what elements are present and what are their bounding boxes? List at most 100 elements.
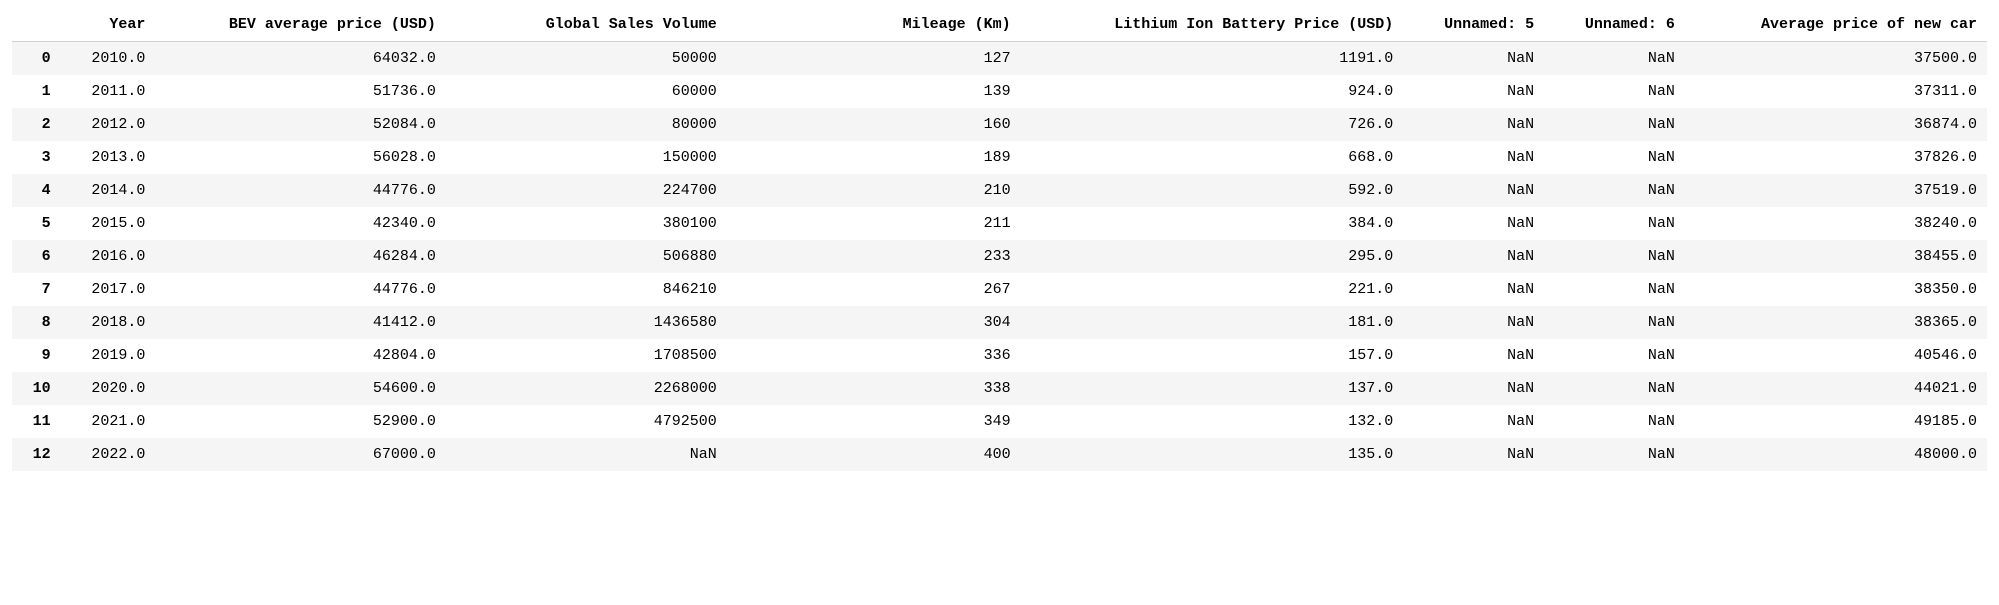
cell: 181.0 [1021,306,1404,339]
cell: NaN [1403,207,1544,240]
cell: 2010.0 [61,42,156,76]
cell: 36874.0 [1685,108,1987,141]
cell: 50000 [446,42,857,76]
cell: 37519.0 [1685,174,1987,207]
cell: NaN [1403,306,1544,339]
cell: 132.0 [1021,405,1404,438]
cell: 1436580 [446,306,857,339]
cell: 49185.0 [1685,405,1987,438]
cell-index: 9 [12,339,61,372]
table-row: 8 2018.0 41412.0 1436580 304 181.0 NaN N… [12,306,1987,339]
cell: 506880 [446,240,857,273]
cell: 46284.0 [155,240,446,273]
cell: 40546.0 [1685,339,1987,372]
cell: 44776.0 [155,174,446,207]
table-row: 2 2012.0 52084.0 80000 160 726.0 NaN NaN… [12,108,1987,141]
cell: NaN [1403,273,1544,306]
cell: 64032.0 [155,42,446,76]
cell: 48000.0 [1685,438,1987,471]
cell: 304 [857,306,1021,339]
cell-index: 2 [12,108,61,141]
cell: 924.0 [1021,75,1404,108]
cell: 135.0 [1021,438,1404,471]
cell: NaN [1544,108,1685,141]
cell: 38350.0 [1685,273,1987,306]
cell: 224700 [446,174,857,207]
cell: 137.0 [1021,372,1404,405]
cell: 2012.0 [61,108,156,141]
cell: 139 [857,75,1021,108]
cell: 52084.0 [155,108,446,141]
cell: 157.0 [1021,339,1404,372]
cell: 592.0 [1021,174,1404,207]
cell: 2020.0 [61,372,156,405]
cell-index: 11 [12,405,61,438]
cell: NaN [1403,240,1544,273]
table-row: 10 2020.0 54600.0 2268000 338 137.0 NaN … [12,372,1987,405]
cell: 267 [857,273,1021,306]
cell: 2011.0 [61,75,156,108]
table-row: 5 2015.0 42340.0 380100 211 384.0 NaN Na… [12,207,1987,240]
table-row: 0 2010.0 64032.0 50000 127 1191.0 NaN Na… [12,42,1987,76]
cell: 2018.0 [61,306,156,339]
table-row: 11 2021.0 52900.0 4792500 349 132.0 NaN … [12,405,1987,438]
col-unnamed-5: Unnamed: 5 [1403,8,1544,42]
cell: NaN [1403,141,1544,174]
cell-index: 8 [12,306,61,339]
cell: NaN [1544,240,1685,273]
cell: NaN [1544,207,1685,240]
table-row: 3 2013.0 56028.0 150000 189 668.0 NaN Na… [12,141,1987,174]
table-row: 6 2016.0 46284.0 506880 233 295.0 NaN Na… [12,240,1987,273]
col-year: Year [61,8,156,42]
cell: 295.0 [1021,240,1404,273]
cell: 42804.0 [155,339,446,372]
table-header: Year BEV average price (USD) Global Sale… [12,8,1987,42]
cell: 221.0 [1021,273,1404,306]
cell: 38455.0 [1685,240,1987,273]
cell-index: 12 [12,438,61,471]
cell: NaN [1544,306,1685,339]
cell-index: 0 [12,42,61,76]
cell: 2014.0 [61,174,156,207]
cell: 846210 [446,273,857,306]
cell-index: 6 [12,240,61,273]
cell: 2015.0 [61,207,156,240]
cell: 338 [857,372,1021,405]
cell: 336 [857,339,1021,372]
cell: 56028.0 [155,141,446,174]
table-row: 4 2014.0 44776.0 224700 210 592.0 NaN Na… [12,174,1987,207]
cell: 150000 [446,141,857,174]
cell: NaN [1403,75,1544,108]
cell: 44021.0 [1685,372,1987,405]
cell: NaN [1403,372,1544,405]
col-new-car-price: Average price of new car [1685,8,1987,42]
col-unnamed-6: Unnamed: 6 [1544,8,1685,42]
table-body: 0 2010.0 64032.0 50000 127 1191.0 NaN Na… [12,42,1987,472]
cell: NaN [446,438,857,471]
cell: 127 [857,42,1021,76]
cell: 2021.0 [61,405,156,438]
dataframe-table: Year BEV average price (USD) Global Sale… [12,8,1987,471]
cell: NaN [1544,75,1685,108]
table-row: 12 2022.0 67000.0 NaN 400 135.0 NaN NaN … [12,438,1987,471]
cell: NaN [1403,339,1544,372]
col-sales-volume: Global Sales Volume [446,8,857,42]
cell: 400 [857,438,1021,471]
cell-index: 10 [12,372,61,405]
table-row: 7 2017.0 44776.0 846210 267 221.0 NaN Na… [12,273,1987,306]
cell: 60000 [446,75,857,108]
col-battery-price: Lithium Ion Battery Price (USD) [1021,8,1404,42]
cell: 41412.0 [155,306,446,339]
cell: 668.0 [1021,141,1404,174]
cell: 1708500 [446,339,857,372]
cell: 211 [857,207,1021,240]
cell: 2019.0 [61,339,156,372]
cell: 42340.0 [155,207,446,240]
cell-index: 1 [12,75,61,108]
cell: NaN [1403,438,1544,471]
cell: 2017.0 [61,273,156,306]
cell: 37826.0 [1685,141,1987,174]
cell: NaN [1544,405,1685,438]
table-row: 1 2011.0 51736.0 60000 139 924.0 NaN NaN… [12,75,1987,108]
cell: 210 [857,174,1021,207]
